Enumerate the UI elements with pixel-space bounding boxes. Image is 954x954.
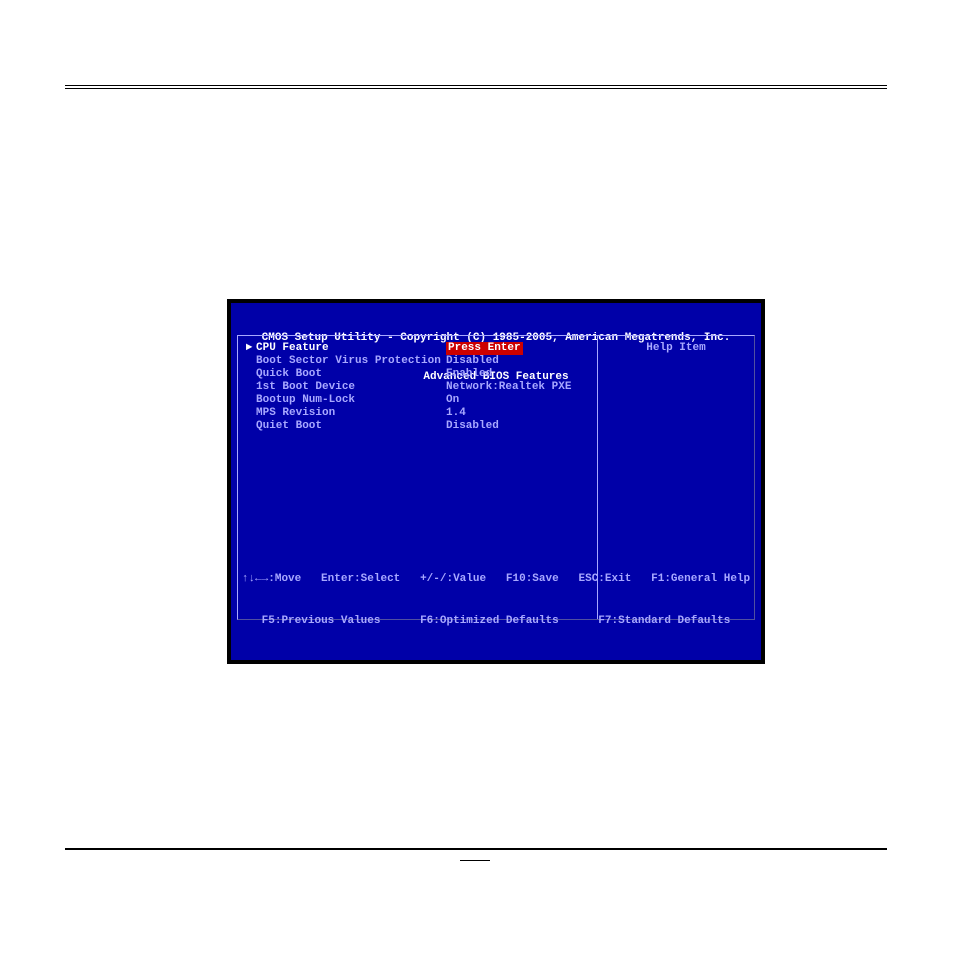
setting-label: Quick Boot [256, 368, 446, 381]
setting-row[interactable]: ►CPU FeaturePress Enter [242, 342, 593, 355]
footer-keys-line1: ↑↓←→:Move Enter:Select +/-/:Value F10:Sa… [237, 572, 755, 586]
row-marker-icon: ► [242, 342, 256, 355]
bios-window: CMOS Setup Utility - Copyright (C) 1985-… [231, 303, 761, 660]
setting-value: 1.4 [446, 407, 466, 420]
row-marker-icon [242, 394, 256, 407]
setting-row[interactable]: Boot Sector Virus ProtectionDisabled [242, 355, 593, 368]
setting-label: Boot Sector Virus Protection [256, 355, 446, 368]
row-marker-icon [242, 381, 256, 394]
bios-screenshot: CMOS Setup Utility - Copyright (C) 1985-… [227, 299, 765, 664]
setting-value: Network:Realtek PXE [446, 381, 571, 394]
setting-value: Press Enter [446, 342, 523, 355]
setting-row[interactable]: Quiet BootDisabled [242, 420, 593, 433]
setting-value: On [446, 394, 459, 407]
footer-keys-line2: F5:Previous Values F6:Optimized Defaults… [237, 614, 755, 628]
row-marker-icon [242, 368, 256, 381]
setting-row[interactable]: 1st Boot DeviceNetwork:Realtek PXE [242, 381, 593, 394]
footer-rule [65, 848, 887, 850]
setting-row[interactable]: Quick BootEnabled [242, 368, 593, 381]
page-number-marker [460, 860, 490, 861]
setting-row[interactable]: MPS Revision1.4 [242, 407, 593, 420]
setting-value: Disabled [446, 355, 499, 368]
help-title: Help Item [602, 342, 750, 354]
setting-row[interactable]: Bootup Num-LockOn [242, 394, 593, 407]
setting-label: 1st Boot Device [256, 381, 446, 394]
setting-label: Quiet Boot [256, 420, 446, 433]
setting-label: Bootup Num-Lock [256, 394, 446, 407]
document-page: CMOS Setup Utility - Copyright (C) 1985-… [0, 0, 954, 954]
setting-value: Disabled [446, 420, 499, 433]
header-rule [65, 85, 887, 89]
bios-footer: ↑↓←→:Move Enter:Select +/-/:Value F10:Sa… [237, 544, 755, 656]
row-marker-icon [242, 420, 256, 433]
row-marker-icon [242, 407, 256, 420]
setting-value: Enabled [446, 368, 492, 381]
setting-label: CPU Feature [256, 342, 446, 355]
row-marker-icon [242, 355, 256, 368]
setting-label: MPS Revision [256, 407, 446, 420]
